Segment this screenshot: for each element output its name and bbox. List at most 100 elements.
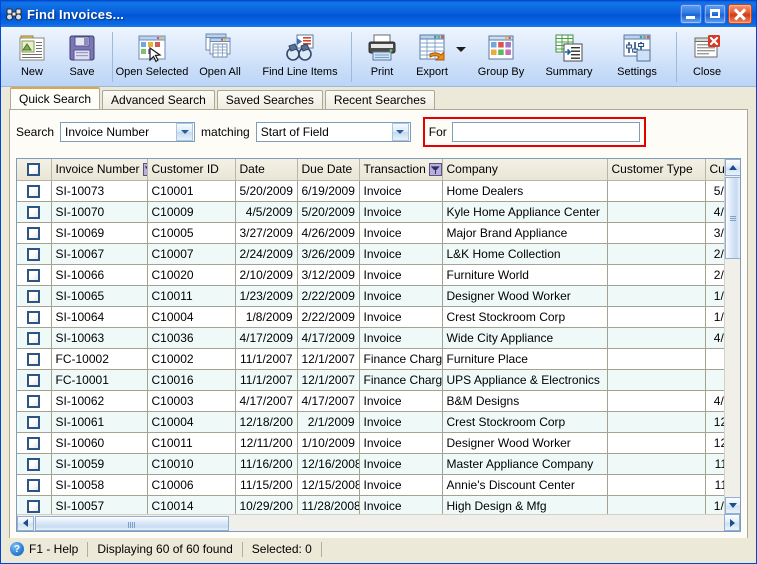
select-all-checkbox[interactable] (27, 163, 41, 177)
minimize-button[interactable] (680, 4, 702, 24)
table-row[interactable]: SI-10063 C10036 4/17/2009 4/17/2009 Invoice W… (17, 327, 724, 349)
cell-invoice-number: SI-10073 (51, 180, 148, 202)
cell-customer-since: 11/15/20 (705, 453, 724, 475)
column-header-date[interactable]: Date (235, 159, 298, 181)
maximize-button[interactable] (704, 4, 726, 24)
row-checkbox-cell[interactable] (17, 327, 52, 349)
grid-vertical-scrollbar[interactable] (724, 159, 740, 514)
row-checkbox-cell[interactable] (17, 285, 52, 307)
row-checkbox[interactable] (27, 331, 41, 345)
table-row[interactable]: SI-10065 C10011 1/23/2009 2/22/2009 Invoice D… (17, 285, 724, 307)
table-row[interactable]: SI-10064 C10004 1/8/2009 2/22/2009 Invoice Cr… (17, 306, 724, 328)
table-row[interactable]: FC-10001 C10016 11/1/2007 12/1/2007 Finance … (17, 369, 724, 391)
row-checkbox[interactable] (27, 289, 41, 303)
row-checkbox[interactable] (27, 478, 41, 492)
row-checkbox[interactable] (27, 205, 41, 219)
column-header-invoice-number[interactable]: Invoice Number (51, 159, 148, 181)
toolbar-group-by-button[interactable]: Group By (467, 30, 535, 78)
table-row[interactable]: SI-10059 C10010 11/16/200 12/16/2008 Invoice… (17, 453, 724, 475)
match-type-dropdown[interactable]: Start of Field (255, 122, 411, 142)
table-row[interactable]: SI-10067 C10007 2/24/2009 3/26/2009 Invoice L… (17, 243, 724, 265)
column-header-transaction[interactable]: Transaction (359, 159, 443, 181)
column-header-due-date[interactable]: Due Date (297, 159, 360, 181)
toolbar-settings-button[interactable]: Settings (603, 30, 671, 78)
close-window-button[interactable] (728, 4, 752, 24)
grid-horizontal-scrollbar[interactable] (17, 514, 724, 531)
toolbar-open-selected-button[interactable]: Open Selected (116, 30, 188, 78)
row-checkbox[interactable] (27, 373, 41, 387)
row-checkbox[interactable] (27, 457, 41, 471)
table-row[interactable]: SI-10058 C10006 11/15/200 12/15/2008 Invoice… (17, 474, 724, 496)
row-checkbox-cell[interactable] (17, 390, 52, 412)
table-row[interactable]: SI-10066 C10020 2/10/2009 3/12/2009 Invoice F… (17, 264, 724, 286)
filter-icon[interactable] (428, 163, 441, 177)
toolbar-export-button[interactable]: Export (407, 30, 457, 78)
column-header-customer-since[interactable]: Custome (705, 159, 724, 181)
cell-customer-id: C10016 (147, 369, 236, 391)
row-checkbox[interactable] (27, 352, 41, 366)
row-checkbox-cell[interactable] (17, 348, 52, 370)
row-checkbox-cell[interactable] (17, 474, 52, 496)
tab-quick-search[interactable]: Quick Search (10, 87, 101, 109)
row-checkbox[interactable] (27, 310, 41, 324)
row-checkbox[interactable] (27, 415, 41, 429)
toolbar-close-button[interactable]: Close (682, 30, 732, 78)
row-checkbox-cell[interactable] (17, 411, 52, 433)
column-header-customer-type[interactable]: Customer Type (607, 159, 706, 181)
table-row[interactable]: SI-10069 C10005 3/27/2009 4/26/2009 Invoice M… (17, 222, 724, 244)
toolbar-save-button[interactable]: Save (57, 30, 107, 78)
row-checkbox-cell[interactable] (17, 495, 52, 514)
row-checkbox-cell[interactable] (17, 243, 52, 265)
tab-advanced-search[interactable]: Advanced Search (102, 90, 215, 109)
chevron-down-icon[interactable] (391, 123, 409, 141)
scroll-down-button[interactable] (725, 497, 740, 514)
toolbar-summary-button[interactable]: Summary (535, 30, 603, 78)
column-header-customer-id[interactable]: Customer ID (147, 159, 236, 181)
status-help[interactable]: ? F1 - Help (10, 541, 89, 557)
tab-recent-searches[interactable]: Recent Searches (324, 90, 435, 109)
vertical-scroll-thumb[interactable] (725, 177, 740, 259)
table-row[interactable]: SI-10070 C10009 4/5/2009 5/20/2009 Invoice Ky… (17, 201, 724, 223)
table-row[interactable]: SI-10073 C10001 5/20/2009 6/19/2009 Invoice H… (17, 180, 724, 202)
horizontal-scroll-thumb[interactable] (35, 515, 229, 531)
search-field-dropdown[interactable]: Invoice Number (60, 122, 196, 142)
cell-date: 4/5/2009 (235, 201, 298, 223)
table-row[interactable]: SI-10061 C10004 12/18/200 2/1/2009 Invoice Cr… (17, 411, 724, 433)
row-checkbox[interactable] (27, 394, 41, 408)
row-checkbox-cell[interactable] (17, 201, 52, 223)
search-for-input[interactable] (451, 122, 640, 142)
row-checkbox[interactable] (27, 247, 41, 261)
scroll-right-button[interactable] (724, 514, 740, 531)
export-dropdown-arrow-icon[interactable] (455, 30, 467, 80)
cell-company: Crest Stockroom Corp (442, 411, 608, 433)
table-row[interactable]: FC-10002 C10002 11/1/2007 12/1/2007 Finance … (17, 348, 724, 370)
row-checkbox-cell[interactable] (17, 369, 52, 391)
table-row[interactable]: SI-10062 C10003 4/17/2007 4/17/2007 Invoice B… (17, 390, 724, 412)
scroll-up-button[interactable] (725, 159, 740, 176)
toolbar-print-button[interactable]: Print (357, 30, 407, 78)
row-checkbox-cell[interactable] (17, 180, 52, 202)
cell-company: High Design & Mfg (442, 495, 608, 514)
search-tabs: Quick Search Advanced Search Saved Searc… (4, 87, 753, 109)
scroll-left-button[interactable] (17, 515, 34, 531)
toolbar-new-button[interactable]: New (7, 30, 57, 78)
toolbar-open-all-button[interactable]: Open All (186, 30, 254, 78)
tab-saved-searches[interactable]: Saved Searches (216, 90, 323, 109)
row-checkbox[interactable] (27, 268, 41, 282)
row-checkbox[interactable] (27, 226, 41, 240)
row-checkbox[interactable] (27, 436, 41, 450)
table-row[interactable]: SI-10060 C10011 12/11/200 1/10/2009 Invoice D… (17, 432, 724, 454)
row-checkbox-cell[interactable] (17, 264, 52, 286)
row-checkbox-cell[interactable] (17, 222, 52, 244)
row-checkbox[interactable] (27, 184, 41, 198)
cell-company: Kyle Home Appliance Center (442, 201, 608, 223)
table-row[interactable]: SI-10057 C10014 10/29/200 11/28/2008 Invoice… (17, 495, 724, 514)
column-header-company[interactable]: Company (442, 159, 608, 181)
row-checkbox-cell[interactable] (17, 453, 52, 475)
row-checkbox-cell[interactable] (17, 432, 52, 454)
select-all-header[interactable] (17, 159, 52, 181)
row-checkbox-cell[interactable] (17, 306, 52, 328)
toolbar-find-line-items-button[interactable]: Find Line Items (254, 30, 346, 78)
row-checkbox[interactable] (27, 499, 41, 513)
chevron-down-icon[interactable] (176, 123, 194, 141)
